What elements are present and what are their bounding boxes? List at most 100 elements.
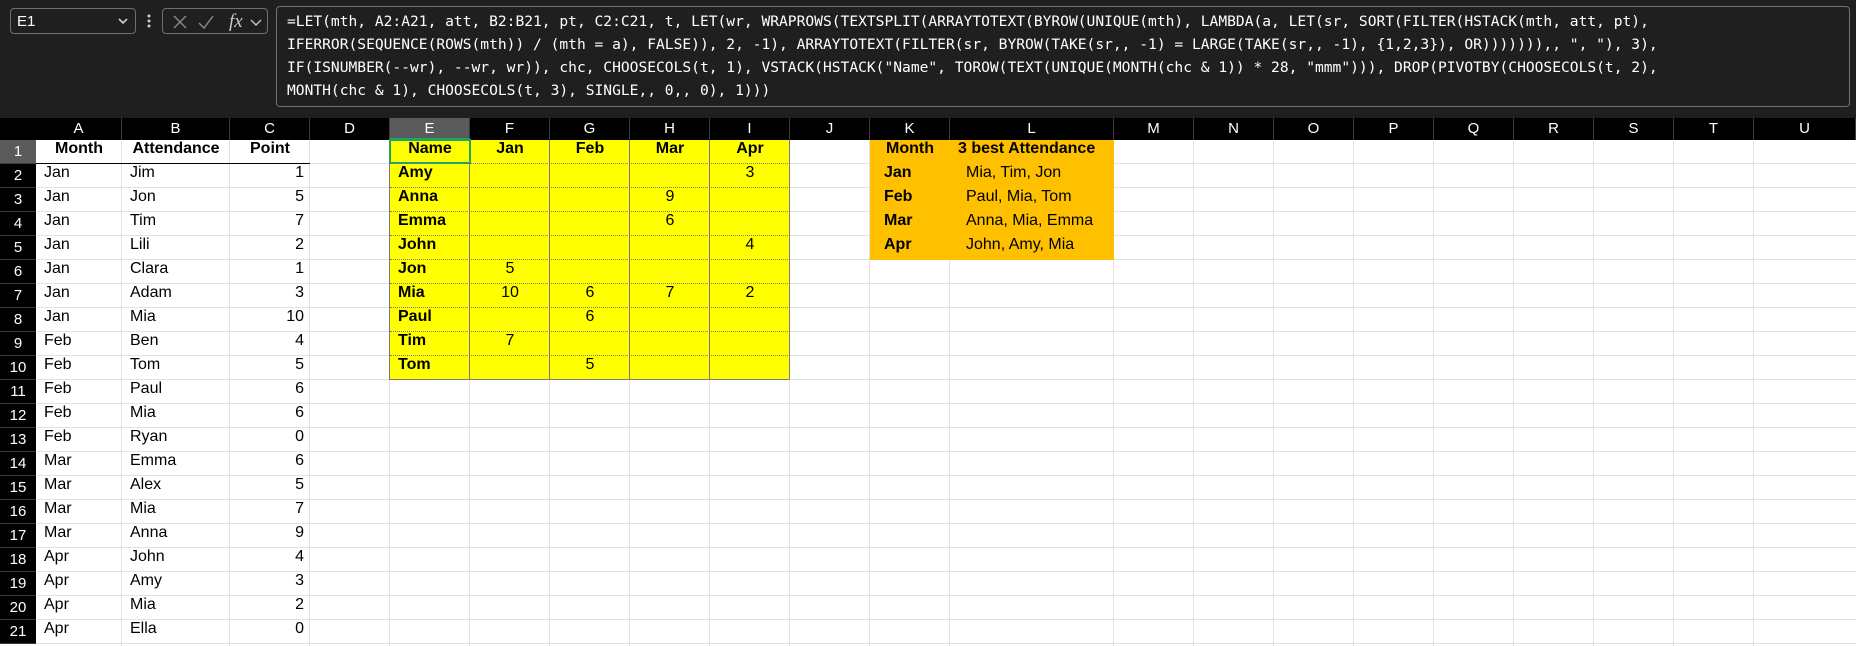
insert-function-button[interactable]: fx xyxy=(229,11,243,33)
pivot-header-jan[interactable]: Jan xyxy=(470,140,550,164)
pivot-value[interactable]: 6 xyxy=(630,212,710,236)
source-cell[interactable]: 3 xyxy=(230,572,310,596)
pivot-value[interactable]: 4 xyxy=(710,236,790,260)
source-cell[interactable]: 5 xyxy=(230,476,310,500)
best-names[interactable]: Mia, Tim, Jon xyxy=(950,164,1114,188)
source-cell[interactable]: Ella xyxy=(122,620,230,644)
column-header-q[interactable]: Q xyxy=(1434,118,1514,140)
source-cell[interactable]: Mar xyxy=(36,500,122,524)
row-header-2[interactable]: 2 xyxy=(0,164,36,188)
pivot-value[interactable] xyxy=(630,332,710,356)
source-cell[interactable]: Mar xyxy=(36,524,122,548)
source-cell[interactable]: 0 xyxy=(230,620,310,644)
pivot-value[interactable] xyxy=(550,212,630,236)
row-header-20[interactable]: 20 xyxy=(0,596,36,620)
active-cell-selection[interactable] xyxy=(389,139,471,164)
select-all-corner[interactable] xyxy=(0,118,36,140)
pivot-name[interactable]: Tim xyxy=(390,332,470,356)
source-cell[interactable]: 4 xyxy=(230,332,310,356)
row-header-4[interactable]: 4 xyxy=(0,212,36,236)
pivot-value[interactable] xyxy=(550,188,630,212)
row-header-17[interactable]: 17 xyxy=(0,524,36,548)
column-header-k[interactable]: K xyxy=(870,118,950,140)
formula-input[interactable]: =LET(mth, A2:A21, att, B2:B21, pt, C2:C2… xyxy=(276,6,1850,107)
source-cell[interactable]: 6 xyxy=(230,404,310,428)
source-cell[interactable]: John xyxy=(122,548,230,572)
source-cell[interactable]: Jon xyxy=(122,188,230,212)
enter-check-icon[interactable] xyxy=(197,13,215,31)
source-cell[interactable]: Jan xyxy=(36,236,122,260)
source-cell[interactable]: Lili xyxy=(122,236,230,260)
best-month[interactable]: Feb xyxy=(870,188,950,212)
source-cell[interactable]: 4 xyxy=(230,548,310,572)
source-cell[interactable]: Jan xyxy=(36,308,122,332)
pivot-value[interactable] xyxy=(470,236,550,260)
source-cell[interactable]: 2 xyxy=(230,236,310,260)
source-cell[interactable]: 3 xyxy=(230,284,310,308)
row-header-19[interactable]: 19 xyxy=(0,572,36,596)
source-cell[interactable]: Jan xyxy=(36,260,122,284)
column-header-p[interactable]: P xyxy=(1354,118,1434,140)
row-header-14[interactable]: 14 xyxy=(0,452,36,476)
pivot-header-feb[interactable]: Feb xyxy=(550,140,630,164)
pivot-value[interactable]: 5 xyxy=(470,260,550,284)
source-cell[interactable]: Mia xyxy=(122,404,230,428)
source-cell[interactable]: Mar xyxy=(36,452,122,476)
source-cell[interactable]: 2 xyxy=(230,596,310,620)
row-header-6[interactable]: 6 xyxy=(0,260,36,284)
source-cell[interactable]: Mar xyxy=(36,476,122,500)
source-cell[interactable]: Apr xyxy=(36,572,122,596)
source-cell[interactable]: Ben xyxy=(122,332,230,356)
row-header-12[interactable]: 12 xyxy=(0,404,36,428)
row-header-11[interactable]: 11 xyxy=(0,380,36,404)
row-header-21[interactable]: 21 xyxy=(0,620,36,644)
pivot-value[interactable]: 7 xyxy=(630,284,710,308)
column-header-l[interactable]: L xyxy=(950,118,1114,140)
pivot-value[interactable]: 9 xyxy=(630,188,710,212)
source-cell[interactable]: Apr xyxy=(36,620,122,644)
row-header-9[interactable]: 9 xyxy=(0,332,36,356)
column-header-i[interactable]: I xyxy=(710,118,790,140)
pivot-value[interactable] xyxy=(710,356,790,380)
column-header-r[interactable]: R xyxy=(1514,118,1594,140)
best-month[interactable]: Jan xyxy=(870,164,950,188)
source-cell[interactable]: Mia xyxy=(122,596,230,620)
source-cell[interactable]: Jan xyxy=(36,164,122,188)
pivot-name[interactable]: Emma xyxy=(390,212,470,236)
source-cell[interactable]: Clara xyxy=(122,260,230,284)
column-header-j[interactable]: J xyxy=(790,118,870,140)
column-header-a[interactable]: A xyxy=(36,118,122,140)
name-box[interactable]: E1 xyxy=(10,8,136,34)
column-header-d[interactable]: D xyxy=(310,118,390,140)
pivot-header-apr[interactable]: Apr xyxy=(710,140,790,164)
column-header-e[interactable]: E xyxy=(390,118,470,140)
row-header-16[interactable]: 16 xyxy=(0,500,36,524)
cancel-icon[interactable] xyxy=(171,13,189,31)
best-names[interactable]: John, Amy, Mia xyxy=(950,236,1114,260)
column-header-b[interactable]: B xyxy=(122,118,230,140)
column-header-o[interactable]: O xyxy=(1274,118,1354,140)
column-header-t[interactable]: T xyxy=(1674,118,1754,140)
column-header-u[interactable]: U xyxy=(1754,118,1856,140)
source-cell[interactable]: Jim xyxy=(122,164,230,188)
source-cell[interactable]: 10 xyxy=(230,308,310,332)
source-cell[interactable]: 5 xyxy=(230,356,310,380)
column-header-m[interactable]: M xyxy=(1114,118,1194,140)
pivot-value[interactable] xyxy=(710,332,790,356)
pivot-name[interactable]: Tom xyxy=(390,356,470,380)
pivot-value[interactable] xyxy=(630,236,710,260)
source-cell[interactable]: Feb xyxy=(36,332,122,356)
best-header[interactable]: 3 best Attendance xyxy=(950,140,1114,164)
pivot-header-mar[interactable]: Mar xyxy=(630,140,710,164)
pivot-value[interactable] xyxy=(470,356,550,380)
pivot-value[interactable]: 6 xyxy=(550,284,630,308)
source-cell[interactable]: 7 xyxy=(230,212,310,236)
source-cell[interactable]: Jan xyxy=(36,188,122,212)
pivot-value[interactable] xyxy=(550,164,630,188)
pivot-value[interactable]: 10 xyxy=(470,284,550,308)
pivot-value[interactable]: 3 xyxy=(710,164,790,188)
pivot-name[interactable]: Paul xyxy=(390,308,470,332)
row-header-3[interactable]: 3 xyxy=(0,188,36,212)
best-names[interactable]: Paul, Mia, Tom xyxy=(950,188,1114,212)
pivot-value[interactable] xyxy=(710,260,790,284)
